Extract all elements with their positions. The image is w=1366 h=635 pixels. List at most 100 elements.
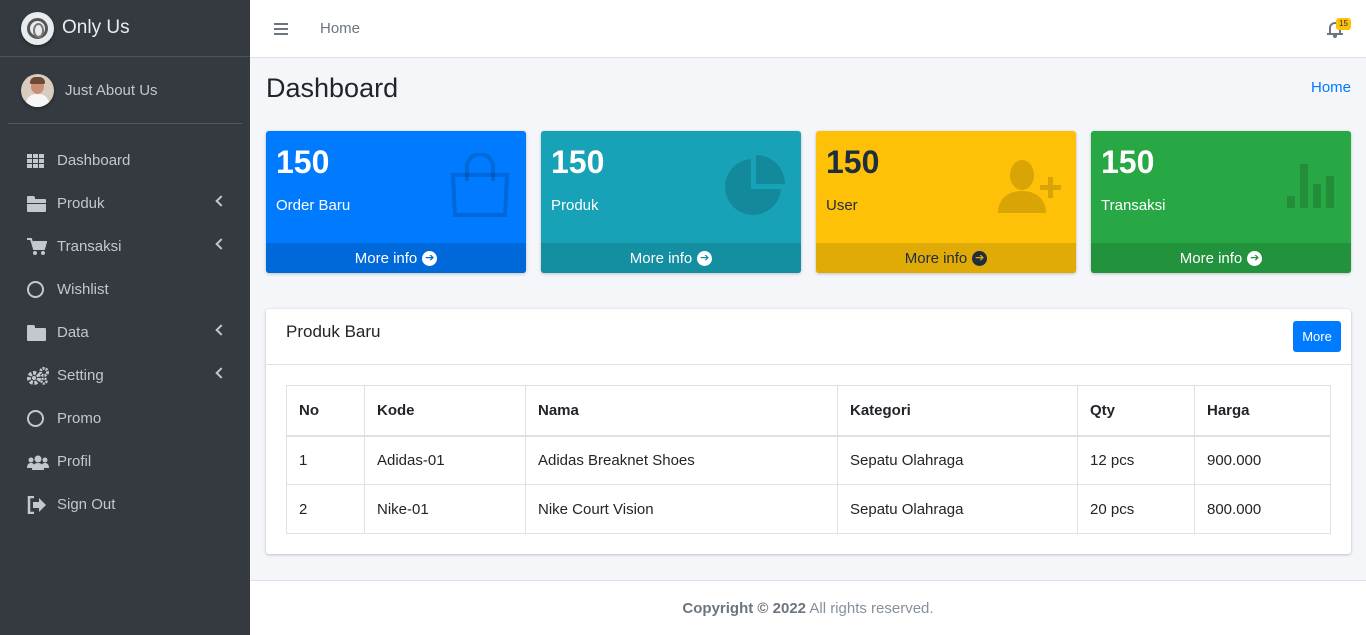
column-header: Harga — [1194, 385, 1331, 437]
table-cell: 1 — [286, 435, 365, 485]
column-header: Kategori — [837, 385, 1078, 437]
sidebar-item-label: Transaksi — [57, 238, 122, 255]
chevron-left-icon — [215, 238, 227, 250]
sidebar-item-profil[interactable]: Profil — [8, 440, 242, 483]
column-header: Nama — [525, 385, 838, 437]
stat-value: 150 — [551, 144, 605, 180]
more-button[interactable]: More — [1293, 321, 1341, 352]
stat-box-produk: 150 Produk More info ➔ — [541, 131, 801, 273]
table-cell: Adidas Breaknet Shoes — [525, 435, 838, 485]
more-info-label: More info — [1179, 249, 1243, 267]
stat-box-transaksi: 150 Transaksi More info ➔ — [1091, 131, 1351, 273]
sidebar-item-promo[interactable]: Promo — [8, 397, 242, 440]
sidebar-item-transaksi[interactable]: Transaksi — [8, 225, 242, 268]
stat-box-user: 150 User More info ➔ — [816, 131, 1076, 273]
sidebar-item-produk[interactable]: Produk — [8, 182, 242, 225]
sidebar-nav: Dashboard Produk Transaksi Wishlist Data — [0, 139, 250, 526]
stat-label: User — [826, 197, 858, 214]
user-panel[interactable]: Just About Us — [8, 57, 242, 124]
table-cell: Sepatu Olahraga — [837, 435, 1078, 485]
top-nav-home-link[interactable]: Home — [320, 20, 360, 37]
more-info-link[interactable]: More info ➔ — [541, 243, 801, 273]
table-cell: Adidas-01 — [364, 435, 526, 485]
sidebar-item-label: Setting — [57, 367, 104, 384]
chevron-left-icon — [215, 367, 227, 379]
notification-badge: 15 — [1336, 18, 1351, 30]
table-cell: 2 — [286, 484, 365, 534]
table-cell: 20 pcs — [1077, 484, 1195, 534]
table-row: 1 Adidas-01 Adidas Breaknet Shoes Sepatu… — [286, 435, 1331, 485]
card-title: Produk Baru — [286, 322, 381, 341]
produk-baru-card: Produk Baru More No Kode Nama Kategori Q… — [266, 309, 1351, 554]
table-cell: Nike Court Vision — [525, 484, 838, 534]
top-navbar: Home 15 — [250, 0, 1366, 58]
stat-label: Produk — [551, 197, 599, 214]
more-info-label: More info — [904, 249, 968, 267]
produk-table: No Kode Nama Kategori Qty Harga 1 Adidas… — [286, 385, 1331, 534]
sidebar-item-sign-out[interactable]: Sign Out — [8, 483, 242, 526]
users-icon — [27, 452, 49, 472]
stat-label: Transaksi — [1101, 197, 1166, 214]
cart-icon — [27, 237, 49, 257]
pie-chart-icon — [725, 155, 785, 215]
sidebar: Only Us Just About Us Dashboard Produk T… — [0, 0, 250, 635]
circle-icon — [27, 280, 49, 300]
brand-logo-icon — [21, 11, 54, 45]
table-cell: 900.000 — [1194, 435, 1331, 485]
menu-toggle-icon[interactable] — [274, 23, 288, 35]
brand-link[interactable]: Only Us — [0, 0, 250, 57]
table-cell: Sepatu Olahraga — [837, 484, 1078, 534]
stat-value: 150 — [826, 144, 880, 180]
table-header-row: No Kode Nama Kategori Qty Harga — [286, 385, 1331, 437]
page-title: Dashboard — [266, 73, 399, 103]
bar-chart-icon — [1287, 164, 1334, 208]
column-header: Kode — [364, 385, 526, 437]
column-header: No — [286, 385, 365, 437]
shopping-bag-icon — [450, 153, 510, 217]
table-cell: 800.000 — [1194, 484, 1331, 534]
arrow-circle-right-icon: ➔ — [1247, 250, 1263, 266]
table-cell: 12 pcs — [1077, 435, 1195, 485]
folder-icon — [27, 323, 49, 343]
sidebar-item-dashboard[interactable]: Dashboard — [8, 139, 242, 182]
user-name: Just About Us — [65, 81, 158, 99]
table-row: 2 Nike-01 Nike Court Vision Sepatu Olahr… — [286, 484, 1331, 534]
gears-icon — [27, 366, 49, 386]
arrow-circle-right-icon: ➔ — [972, 250, 988, 266]
card-header: Produk Baru More — [266, 309, 1351, 365]
breadcrumb-home[interactable]: Home — [1311, 79, 1351, 96]
more-info-link[interactable]: More info ➔ — [816, 243, 1076, 273]
sidebar-item-label: Wishlist — [57, 281, 109, 298]
grid-icon — [27, 151, 49, 171]
more-info-link[interactable]: More info ➔ — [266, 243, 526, 273]
user-plus-icon — [998, 160, 1061, 213]
column-header: Qty — [1077, 385, 1195, 437]
arrow-circle-right-icon: ➔ — [422, 250, 438, 266]
sidebar-item-setting[interactable]: Setting — [8, 354, 242, 397]
sidebar-item-label: Promo — [57, 410, 102, 427]
chevron-left-icon — [215, 324, 227, 336]
sidebar-item-label: Produk — [57, 195, 105, 212]
sidebar-item-label: Dashboard — [57, 152, 131, 169]
stat-box-order-baru: 150 Order Baru More info ➔ — [266, 131, 526, 273]
stat-value: 150 — [1101, 144, 1155, 180]
rights-text: All rights reserved. — [806, 600, 934, 617]
stat-value: 150 — [276, 144, 330, 180]
table-cell: Nike-01 — [364, 484, 526, 534]
sidebar-item-label: Sign Out — [57, 496, 116, 513]
sidebar-item-label: Data — [57, 324, 89, 341]
sidebar-item-wishlist[interactable]: Wishlist — [8, 268, 242, 311]
copyright-text: Copyright © 2022 — [682, 600, 807, 617]
chevron-left-icon — [215, 195, 227, 207]
sidebar-item-data[interactable]: Data — [8, 311, 242, 354]
more-info-label: More info — [354, 249, 418, 267]
folder-open-icon — [27, 194, 49, 214]
sidebar-item-label: Profil — [57, 453, 92, 470]
page-footer: Copyright © 2022 All rights reserved. — [250, 580, 1366, 635]
avatar — [21, 73, 54, 107]
more-info-label: More info — [629, 249, 693, 267]
brand-name: Only Us — [62, 17, 130, 38]
more-info-link[interactable]: More info ➔ — [1091, 243, 1351, 273]
stat-label: Order Baru — [276, 197, 351, 214]
circle-icon — [27, 409, 49, 429]
